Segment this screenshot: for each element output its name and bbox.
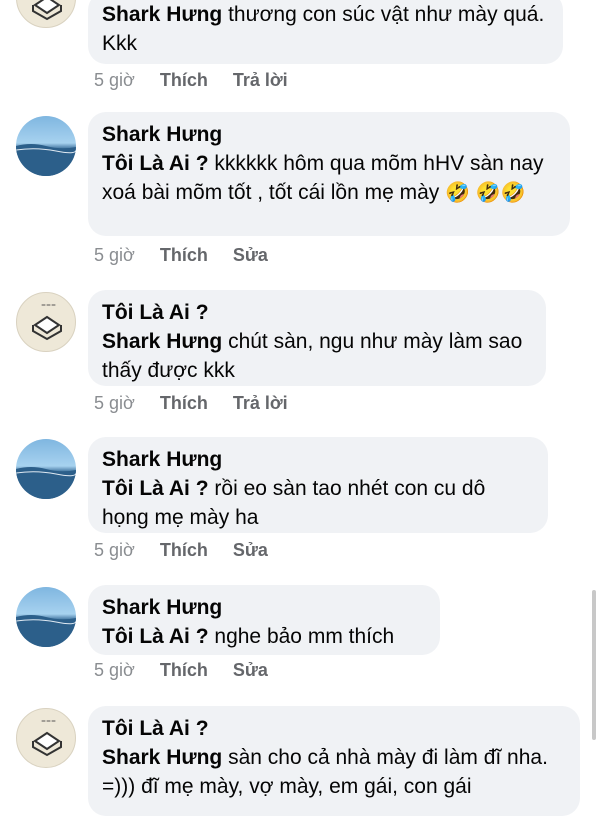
comment-bubble: Shark Hưng thương con súc vật như mày qu… bbox=[88, 0, 563, 64]
comment-author[interactable]: Tôi Là Ai ? bbox=[102, 714, 566, 743]
timestamp[interactable]: 5 giờ bbox=[94, 660, 135, 680]
comment-actions: 5 giờ Thích Sửa bbox=[94, 540, 288, 561]
comment-author[interactable]: Shark Hưng bbox=[102, 593, 426, 622]
user-avatar[interactable]: === bbox=[16, 708, 76, 768]
comment-bubble: Shark Hưng Tôi Là Ai ? rồi eo sàn tao nh… bbox=[88, 437, 548, 533]
like-button[interactable]: Thích bbox=[160, 660, 208, 680]
svg-text:===: === bbox=[41, 718, 56, 725]
mention-link[interactable]: Shark Hưng bbox=[102, 746, 222, 769]
edit-button[interactable]: Sửa bbox=[233, 245, 268, 265]
timestamp[interactable]: 5 giờ bbox=[94, 393, 135, 413]
user-avatar[interactable] bbox=[16, 587, 76, 647]
comment-author[interactable]: Shark Hưng bbox=[102, 120, 556, 149]
user-avatar[interactable] bbox=[16, 439, 76, 499]
comment-actions: 5 giờ Thích Trả lời bbox=[94, 393, 308, 414]
timestamp[interactable]: 5 giờ bbox=[94, 245, 135, 265]
comment-bubble: Shark Hưng Tôi Là Ai ? kkkkkk hôm qua mõ… bbox=[88, 112, 570, 236]
reply-button[interactable]: Trả lời bbox=[233, 393, 288, 413]
comment-author[interactable]: Shark Hưng bbox=[102, 445, 534, 474]
timestamp[interactable]: 5 giờ bbox=[94, 70, 135, 90]
comment-author[interactable]: Tôi Là Ai ? bbox=[102, 298, 532, 327]
comment-text: nghe bảo mm thích bbox=[208, 625, 395, 648]
svg-text:===: === bbox=[41, 302, 56, 309]
comment-actions: 5 giờ Thích Sửa bbox=[94, 245, 288, 266]
timestamp[interactable]: 5 giờ bbox=[94, 540, 135, 560]
comment-bubble: Shark Hưng Tôi Là Ai ? nghe bảo mm thích bbox=[88, 585, 440, 655]
comment-actions: 5 giờ Thích Trả lời bbox=[94, 70, 308, 91]
mention-link[interactable]: Tôi Là Ai ? bbox=[102, 477, 209, 500]
scrollbar[interactable] bbox=[592, 590, 596, 740]
like-button[interactable]: Thích bbox=[160, 70, 208, 90]
like-button[interactable]: Thích bbox=[160, 393, 208, 413]
reply-button[interactable]: Trả lời bbox=[233, 70, 288, 90]
user-avatar[interactable] bbox=[16, 0, 76, 28]
comment-actions: 5 giờ Thích Sửa bbox=[94, 660, 288, 681]
like-button[interactable]: Thích bbox=[160, 540, 208, 560]
comment-bubble: Tôi Là Ai ? Shark Hưng chút sàn, ngu như… bbox=[88, 290, 546, 386]
edit-button[interactable]: Sửa bbox=[233, 540, 268, 560]
user-avatar[interactable]: === bbox=[16, 292, 76, 352]
mention-link[interactable]: Shark Hưng bbox=[102, 330, 222, 353]
mention-link[interactable]: Shark Hưng bbox=[102, 3, 222, 26]
like-button[interactable]: Thích bbox=[160, 245, 208, 265]
mention-link[interactable]: Tôi Là Ai ? bbox=[102, 625, 209, 648]
mention-link[interactable]: Tôi Là Ai ? bbox=[102, 152, 209, 175]
user-avatar[interactable] bbox=[16, 116, 76, 176]
rofl-emoji-icon: 🤣 🤣🤣 bbox=[445, 182, 526, 204]
edit-button[interactable]: Sửa bbox=[233, 660, 268, 680]
